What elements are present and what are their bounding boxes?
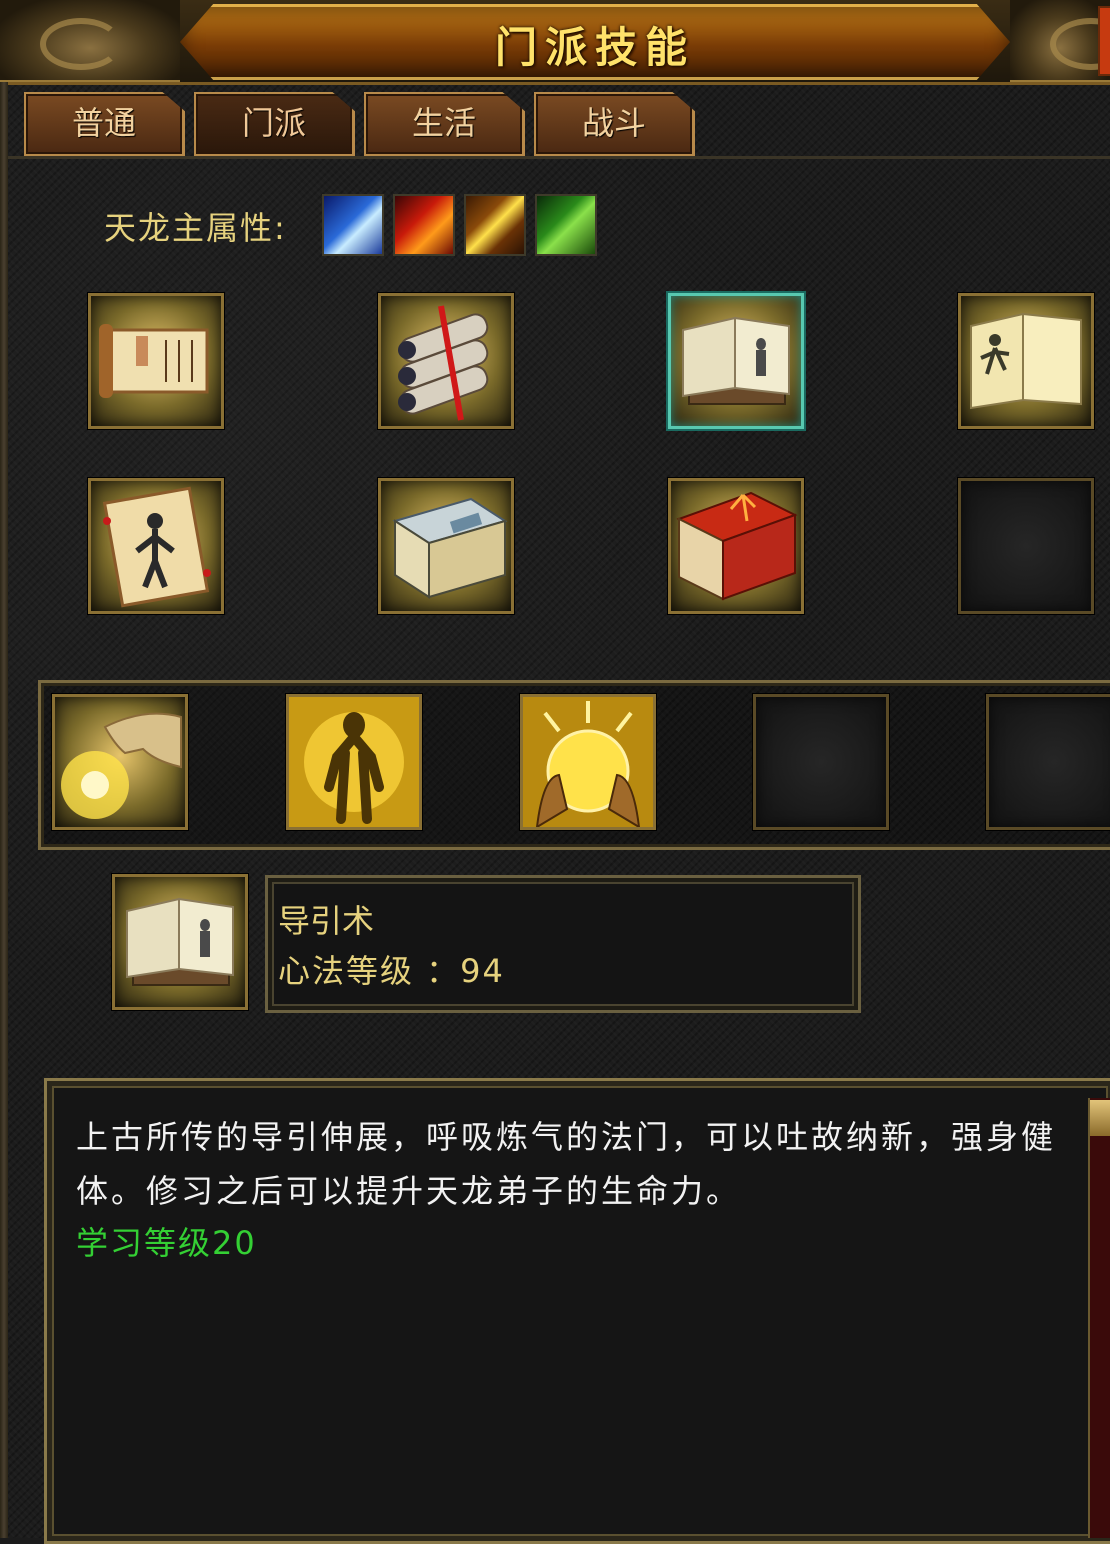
skill-slot-8[interactable] [958, 478, 1094, 614]
skill-slot-5[interactable] [88, 478, 224, 614]
bundled-scrolls-icon [398, 305, 489, 421]
scroll-pointing-icon [99, 324, 209, 398]
skill-slot-6[interactable] [378, 478, 514, 614]
heart-method-slot-2[interactable] [286, 694, 422, 830]
ice-attribute-icon[interactable] [322, 194, 384, 256]
skill-slot-7[interactable] [668, 478, 804, 614]
left-frame-border [0, 82, 8, 1538]
fire-attribute-icon[interactable] [393, 194, 455, 256]
skill-slot-1[interactable] [88, 293, 224, 429]
right-ornament [1010, 0, 1110, 82]
golden-palm-icon [61, 712, 182, 819]
open-manual-icon [126, 897, 234, 986]
selected-skill-icon [112, 874, 248, 1010]
tab-normal[interactable]: 普通 [24, 92, 185, 156]
heart-method-slot-5[interactable] [986, 694, 1110, 830]
skill-slot-2[interactable] [378, 293, 514, 429]
heart-method-slot-1[interactable] [52, 694, 188, 830]
heart-method-slot-4[interactable] [753, 694, 889, 830]
tab-sect[interactable]: 门派 [194, 92, 355, 156]
open-manual-icon [682, 316, 790, 405]
scroll-up-button[interactable] [1090, 1100, 1110, 1136]
red-meridian-book-icon [676, 491, 798, 601]
window-title: 门派技能 [494, 23, 695, 72]
poison-attribute-icon[interactable] [535, 194, 597, 256]
golden-aura-figure-icon [289, 697, 419, 827]
tab-combat[interactable]: 战斗 [534, 92, 695, 156]
figure-scroll-icon [102, 486, 211, 608]
learn-requirement: 学习等级20 [76, 1224, 257, 1262]
description-scrollbar[interactable] [1088, 1098, 1110, 1538]
golden-orb-hands-icon [523, 697, 653, 827]
tab-life[interactable]: 生活 [364, 92, 525, 156]
left-ornament [0, 0, 180, 82]
skill-slot-4[interactable] [958, 293, 1094, 429]
heart-method-slot-3[interactable] [520, 694, 656, 830]
skill-slot-3[interactable] [668, 293, 804, 429]
lightning-attribute-icon[interactable] [464, 194, 526, 256]
skill-name: 导引术 [278, 902, 375, 940]
skill-description: 上古所传的导引伸展，呼吸炼气的法门，可以吐故纳新，强身健体。修习之后可以提升天龙… [76, 1118, 1057, 1210]
close-button[interactable] [1098, 6, 1110, 76]
stacked-books-icon [392, 497, 508, 599]
skill-level: 心法等级 ：94 [278, 952, 505, 990]
martial-book-icon [970, 312, 1082, 410]
main-attribute-label: 天龙主属性: [104, 209, 287, 247]
